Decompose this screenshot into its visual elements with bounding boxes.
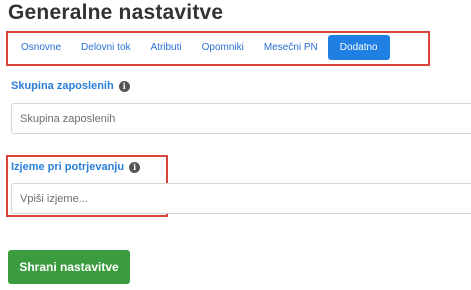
- tab-dodatno[interactable]: Dodatno: [327, 35, 390, 60]
- exceptions-input[interactable]: [11, 183, 471, 214]
- tab-osnovne[interactable]: Osnovne: [11, 35, 71, 60]
- tab-atributi[interactable]: Atributi: [141, 35, 192, 60]
- exceptions-label: Izjeme pri potrjevanju i: [11, 161, 141, 173]
- employee-group-label: Skupina zaposlenih i: [11, 80, 130, 92]
- info-icon[interactable]: i: [118, 80, 130, 92]
- info-icon[interactable]: i: [129, 161, 141, 173]
- save-settings-button[interactable]: Shrani nastavitve: [8, 250, 130, 284]
- tab-opomniki[interactable]: Opomniki: [192, 35, 254, 60]
- settings-page: Generalne nastavitve Osnovne Delovni tok…: [0, 0, 471, 290]
- employee-group-label-text: Skupina zaposlenih: [11, 80, 114, 92]
- page-title: Generalne nastavitve: [8, 1, 224, 24]
- tab-mesecni-pn[interactable]: Mesečni PN: [254, 35, 328, 60]
- employee-group-input[interactable]: [11, 103, 471, 134]
- exceptions-label-text: Izjeme pri potrjevanju: [11, 161, 125, 173]
- tab-delovni-tok[interactable]: Delovni tok: [71, 35, 140, 60]
- settings-tabs: Osnovne Delovni tok Atributi Opomniki Me…: [11, 35, 390, 60]
